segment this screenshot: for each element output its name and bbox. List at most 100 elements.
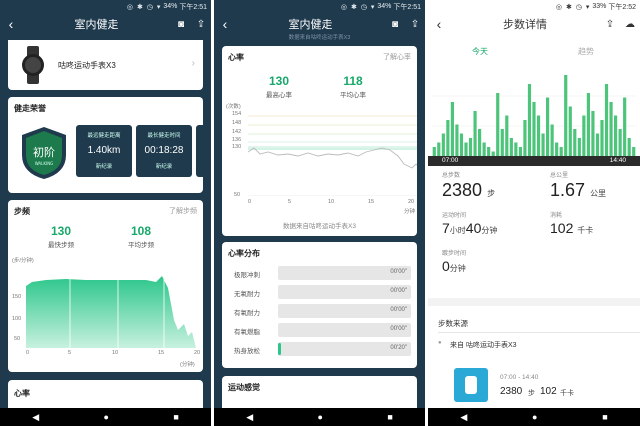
cadence-xunit: (分钟) — [180, 362, 195, 368]
share-icon[interactable]: ⇪ — [600, 19, 620, 30]
step-bar — [505, 115, 509, 156]
zone-row: 无氧耐力 00'00" — [228, 285, 411, 299]
back-icon[interactable]: ‹ — [214, 16, 236, 32]
cadence-xtick: 5 — [68, 350, 72, 356]
screen-heart-rate: ◎ ✱ ◷ ▾ 34% 下午2:51 ‹ 室内健走 ◙ ⇪ 数据来自咕咚运动手表… — [214, 0, 425, 426]
tabs: 今天 趋势 — [428, 46, 640, 62]
screen-step-details: ◎ ✱ ◷ ▾ 33% 下午2:52 ‹ 步数详情 ⇪ ☁ 今天 趋势 07:0… — [428, 0, 640, 426]
camera-icon[interactable]: ◙ — [171, 19, 191, 30]
back-icon[interactable]: ‹ — [428, 16, 450, 32]
step-bar — [546, 97, 550, 156]
heart-title: 心率 — [228, 53, 244, 62]
nav-back-icon[interactable]: ◀ — [32, 412, 39, 423]
heart-ytick: 148 — [232, 120, 242, 126]
step-bar — [468, 138, 473, 156]
record-distance-tile: 最远健走距离 1.40km 新纪录 — [76, 125, 132, 177]
step-bar — [523, 120, 527, 156]
source-steps: 2380 — [500, 386, 523, 397]
step-bar — [550, 124, 554, 156]
cloud-upload-icon[interactable]: ☁ — [620, 19, 640, 30]
calories: 消耗 102 千卡 — [550, 210, 593, 236]
record-badge: 新纪录 — [155, 164, 173, 170]
step-bar — [527, 84, 532, 156]
section-gap — [428, 298, 640, 306]
cadence-card: 步频 了解步频 130 最快步频 108 平均步频 (步/分钟) 150 100… — [8, 200, 203, 372]
cadence-title: 步频 — [14, 207, 30, 216]
record-label: 最 — [196, 131, 203, 139]
nav-back-icon[interactable]: ◀ — [460, 412, 467, 423]
status-bar: ◎ ✱ ◷ ▾ 34% 下午2:51 — [0, 0, 211, 13]
step-bar — [604, 84, 609, 156]
zone-label: 有氧耐力 — [234, 310, 260, 317]
tab-today[interactable]: 今天 — [472, 46, 488, 57]
share-icon[interactable]: ⇪ — [405, 19, 425, 30]
camera-icon[interactable]: ◙ — [385, 19, 405, 30]
minutes-unit: 分钟 — [481, 226, 498, 235]
source-entry[interactable]: 07:00 - 14:40 2380 步 102 千卡 — [450, 364, 632, 406]
zone-row: 有氧耐力 00'00" — [228, 304, 411, 318]
cadence-xtick: 10 — [112, 350, 119, 356]
android-nav-bar: ◀ ● ■ — [428, 408, 640, 426]
title-bar: ‹ 步数详情 ⇪ ☁ — [428, 13, 640, 35]
walking-badge-icon: 初阶 WALKING — [22, 127, 66, 179]
record-value: 00:18:28 — [144, 145, 184, 156]
zone-label: 有氧燃脂 — [234, 329, 260, 336]
heart-ytick: 136 — [232, 137, 242, 143]
status-bar: ◎ ✱ ◷ ▾ 34% 下午2:51 — [214, 0, 425, 13]
step-bar — [577, 138, 581, 156]
record-badge: 新 — [196, 145, 203, 153]
watch-icon — [22, 46, 44, 84]
max-cadence-label: 最快步频 — [48, 242, 74, 249]
nav-back-icon[interactable]: ◀ — [246, 412, 253, 423]
cadence-learn-link[interactable]: 了解步频 — [169, 206, 197, 216]
step-source-from: 来自 咕咚运动手表X3 — [450, 342, 517, 349]
back-icon[interactable]: ‹ — [0, 16, 22, 32]
avg-heart-value: 118 — [343, 74, 363, 88]
heart-xunit: 分钟 — [404, 209, 416, 215]
step-bar — [478, 129, 482, 156]
source-range: 07:00 - 14:40 — [500, 374, 539, 381]
zone-time: 00'20" — [390, 345, 407, 351]
zones-title: 心率分布 — [228, 249, 260, 258]
source-steps-unit: 步 — [528, 390, 535, 397]
heart-ytick: 154 — [232, 111, 242, 117]
nav-recent-icon[interactable]: ■ — [602, 412, 607, 422]
nav-recent-icon[interactable]: ■ — [387, 412, 392, 422]
total-steps-value: 2380 — [442, 180, 483, 200]
nav-home-icon[interactable]: ● — [532, 412, 537, 422]
max-heart: 130 最高心率 — [266, 74, 292, 99]
step-bar — [618, 129, 622, 156]
zone-row: 热身放松 00'20" — [228, 342, 411, 356]
title-bar: ‹ 室内健走 ◙ ⇪ — [0, 13, 211, 35]
step-bar — [487, 147, 491, 156]
device-card[interactable]: 咕咚运动手表X3 › — [8, 40, 203, 90]
steps-bar-chart — [432, 75, 636, 156]
pacing-unit: 分钟 — [449, 264, 466, 273]
nav-home-icon[interactable]: ● — [318, 412, 323, 422]
total-steps: 总步数 2380 步 — [442, 170, 495, 201]
max-heart-label: 最高心率 — [266, 92, 292, 99]
total-steps-unit: 步 — [487, 189, 496, 198]
cadence-xtick: 15 — [158, 350, 165, 356]
step-bar — [496, 93, 500, 156]
heart-xtick: 15 — [368, 199, 375, 205]
page-title: 室内健走 — [74, 19, 119, 31]
nav-home-icon[interactable]: ● — [104, 412, 109, 422]
share-icon[interactable]: ⇪ — [191, 19, 211, 30]
step-bar — [432, 147, 436, 156]
step-bar — [532, 102, 536, 156]
step-bar — [446, 120, 450, 156]
clock: 下午2:51 — [179, 3, 207, 11]
cadence-unit: (步/分钟) — [12, 258, 34, 264]
total-km-label: 总公里 — [550, 173, 569, 179]
avg-cadence: 108 平均步频 — [128, 224, 154, 249]
max-heart-value: 130 — [268, 74, 290, 88]
zone-label: 热身放松 — [234, 348, 260, 355]
page-title: 室内健走 — [288, 19, 333, 31]
nav-recent-icon[interactable]: ■ — [173, 412, 178, 422]
tab-trend[interactable]: 趋势 — [578, 46, 594, 57]
calories-unit: 千卡 — [577, 226, 594, 235]
data-source-faded: 数据来自咕咚运动手表X3 — [288, 35, 351, 41]
step-bar — [441, 133, 445, 156]
heart-learn-link[interactable]: 了解心率 — [383, 52, 411, 62]
